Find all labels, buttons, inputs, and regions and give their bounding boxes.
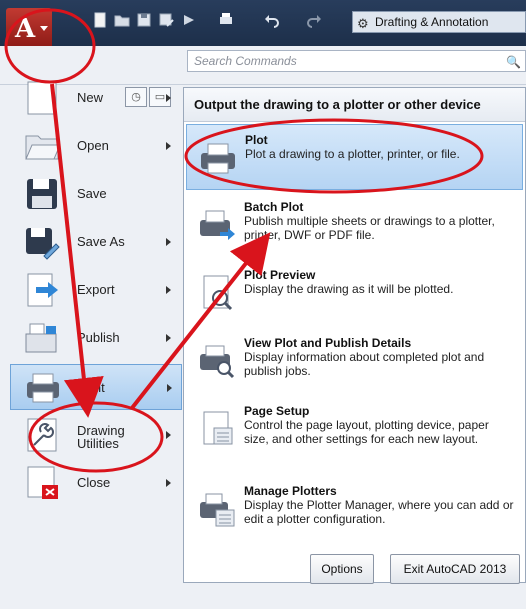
- menu-item-export[interactable]: Export: [10, 267, 182, 313]
- menu-item-publish[interactable]: Publish: [10, 315, 182, 361]
- chevron-right-icon: [166, 238, 171, 246]
- submenu-item-title: Page Setup: [244, 404, 310, 418]
- menu-item-label: New: [77, 90, 104, 105]
- menu-item-new[interactable]: New: [10, 75, 182, 121]
- search-placeholder: Search Commands: [194, 54, 297, 68]
- search-commands-input[interactable]: Search Commands 🔍: [187, 50, 526, 72]
- wrench-icon: [24, 417, 60, 453]
- submenu-item-batch-plot[interactable]: Batch Plot Publish multiple sheets or dr…: [186, 192, 523, 258]
- export-icon: [24, 272, 60, 308]
- title-bar: A ⚙ Drafting & Annotation: [0, 0, 526, 46]
- menu-item-save-as[interactable]: Save As: [10, 219, 182, 265]
- chevron-right-icon: [166, 142, 171, 150]
- submenu-item-plot[interactable]: Plot Plot a drawing to a plotter, printe…: [186, 124, 523, 190]
- chevron-right-icon: [167, 384, 172, 392]
- autocad-logo-icon: A: [15, 14, 36, 44]
- redo-icon[interactable]: [306, 12, 322, 28]
- submenu-item-view-plot-details[interactable]: View Plot and Publish Details Display in…: [186, 328, 523, 394]
- printer-icon: [199, 139, 237, 177]
- printer-icon: [25, 370, 61, 406]
- undo-icon[interactable]: [264, 12, 280, 28]
- submenu-item-title: Plot: [245, 133, 268, 147]
- submenu-item-plot-preview[interactable]: Plot Preview Display the drawing as it w…: [186, 260, 523, 326]
- menu-item-label: Print: [78, 380, 105, 395]
- chevron-right-icon: [166, 334, 171, 342]
- menu-item-label-line2: Utilities: [77, 436, 119, 451]
- new-icon[interactable]: [92, 12, 108, 28]
- submenu-item-desc: Display the Plotter Manager, where you c…: [244, 498, 514, 526]
- menu-item-open[interactable]: Open: [10, 123, 182, 169]
- print-submenu: Output the drawing to a plotter or other…: [183, 87, 526, 583]
- application-menu-button[interactable]: A: [6, 8, 52, 46]
- submenu-item-page-setup[interactable]: Page Setup Control the page layout, plot…: [186, 396, 523, 462]
- chevron-down-icon: [40, 26, 48, 31]
- open-folder-icon: [24, 128, 61, 164]
- options-button[interactable]: Options: [310, 554, 374, 584]
- batch-plot-icon: [198, 206, 236, 244]
- chevron-right-icon: [166, 94, 171, 102]
- new-file-icon: [24, 80, 60, 116]
- plot-preview-icon: [198, 274, 236, 312]
- plot-details-icon: [198, 342, 236, 380]
- menu-item-label: Close: [77, 475, 111, 490]
- menu-item-save[interactable]: Save: [10, 171, 182, 217]
- menu-item-label: Export: [77, 282, 115, 297]
- chevron-right-icon: [166, 479, 171, 487]
- menu-item-print[interactable]: Print: [10, 364, 182, 410]
- open-icon[interactable]: [114, 12, 130, 28]
- menu-item-drawing-utilities[interactable]: Drawing Utilities: [10, 412, 182, 458]
- submenu-item-manage-plotters[interactable]: Manage Plotters Display the Plotter Mana…: [186, 476, 523, 542]
- gear-icon: ⚙: [357, 16, 369, 31]
- menu-item-close[interactable]: Close: [10, 460, 182, 506]
- plot-icon[interactable]: [182, 12, 198, 28]
- menu-item-label: Save: [77, 186, 107, 201]
- workspace-switcher[interactable]: ⚙ Drafting & Annotation: [352, 11, 526, 33]
- chevron-right-icon: [166, 286, 171, 294]
- submenu-header: Output the drawing to a plotter or other…: [184, 88, 525, 122]
- chevron-right-icon: [166, 431, 171, 439]
- submenu-item-desc: Plot a drawing to a plotter, printer, or…: [245, 147, 460, 161]
- submenu-item-title: View Plot and Publish Details: [244, 336, 412, 350]
- menu-item-label: Save As: [77, 234, 125, 249]
- menu-item-label: Publish: [77, 330, 120, 345]
- publish-icon: [24, 320, 60, 356]
- page-setup-icon: [198, 410, 236, 448]
- workspace-label: Drafting & Annotation: [375, 15, 489, 29]
- submenu-item-desc: Publish multiple sheets or drawings to a…: [244, 214, 495, 242]
- submenu-item-title: Plot Preview: [244, 268, 316, 282]
- search-icon: 🔍: [506, 55, 521, 69]
- manage-plotters-icon: [198, 490, 236, 528]
- saveas-icon[interactable]: [158, 12, 174, 28]
- exit-autocad-button[interactable]: Exit AutoCAD 2013: [390, 554, 520, 584]
- submenu-item-desc: Control the page layout, plotting device…: [244, 418, 489, 446]
- save-icon[interactable]: [136, 12, 152, 28]
- submenu-item-desc: Display the drawing as it will be plotte…: [244, 282, 454, 296]
- menu-item-label: Open: [77, 138, 109, 153]
- print-icon[interactable]: [218, 12, 234, 28]
- save-as-icon: [24, 224, 60, 260]
- close-drawing-icon: [24, 465, 60, 501]
- submenu-item-title: Batch Plot: [244, 200, 304, 214]
- submenu-item-title: Manage Plotters: [244, 484, 337, 498]
- submenu-item-desc: Display information about completed plot…: [244, 350, 485, 378]
- save-icon: [24, 176, 60, 212]
